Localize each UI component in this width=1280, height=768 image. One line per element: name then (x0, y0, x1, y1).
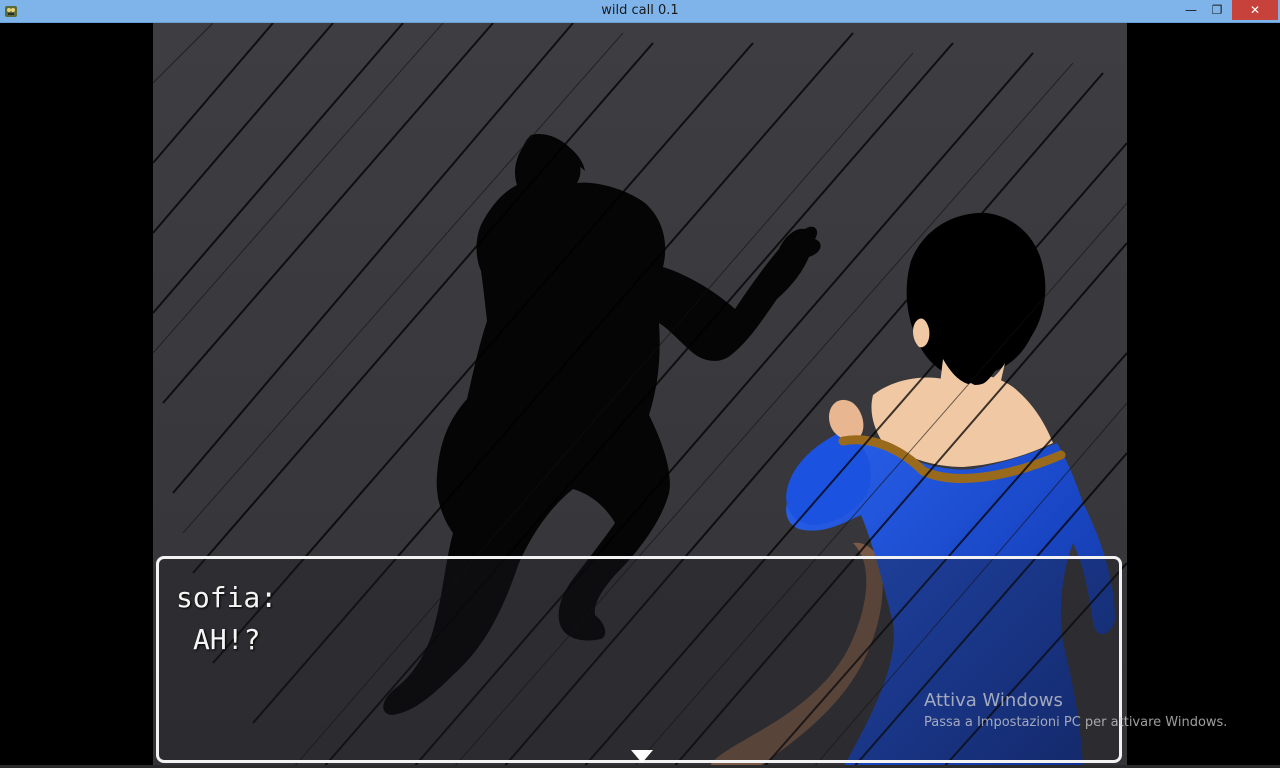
triangle-down-icon[interactable] (631, 750, 653, 763)
close-icon: ✕ (1249, 3, 1261, 17)
window-titlebar[interactable]: wild call 0.1 — ❐ ✕ (0, 0, 1280, 23)
dialog-speaker-name: sofia: (176, 581, 278, 614)
restore-icon: ❐ (1211, 3, 1223, 17)
game-viewport[interactable]: sofia: AH!? (153, 23, 1127, 768)
watermark-title: Attiva Windows (924, 690, 1063, 711)
watermark-subtitle: Passa a Impostazioni PC per attivare Win… (924, 715, 1228, 730)
window-title: wild call 0.1 (601, 3, 679, 18)
minimize-icon: — (1185, 3, 1197, 17)
dialog-box[interactable]: sofia: AH!? (156, 556, 1122, 763)
windows-activation-watermark: Attiva Windows Passa a Impostazioni PC p… (924, 690, 1227, 730)
minimize-button[interactable]: — (1178, 0, 1204, 20)
restore-button[interactable]: ❐ (1204, 0, 1230, 20)
dialog-text: AH!? (193, 623, 261, 656)
close-button[interactable]: ✕ (1232, 0, 1278, 20)
